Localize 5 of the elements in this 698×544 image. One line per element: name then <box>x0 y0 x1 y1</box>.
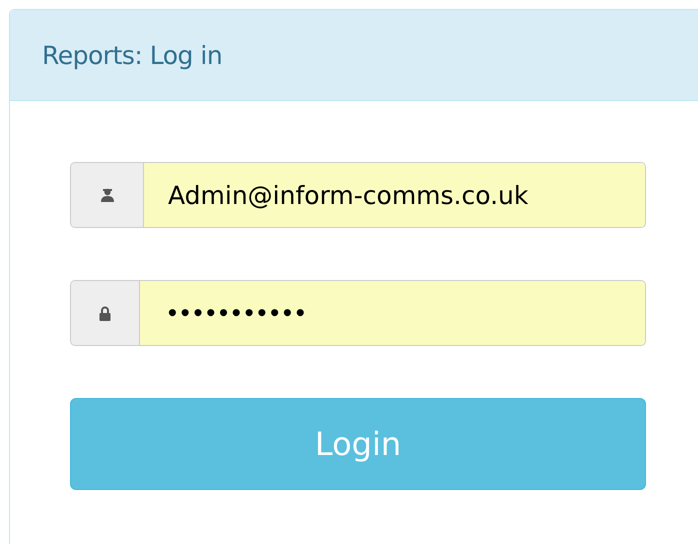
panel-title: Reports: Log in <box>42 40 222 70</box>
user-icon <box>100 188 114 202</box>
username-field[interactable]: Admin@inform-comms.co.uk <box>70 162 646 228</box>
lock-icon <box>99 306 111 320</box>
password-field[interactable]: ••••••••••• <box>70 280 646 346</box>
